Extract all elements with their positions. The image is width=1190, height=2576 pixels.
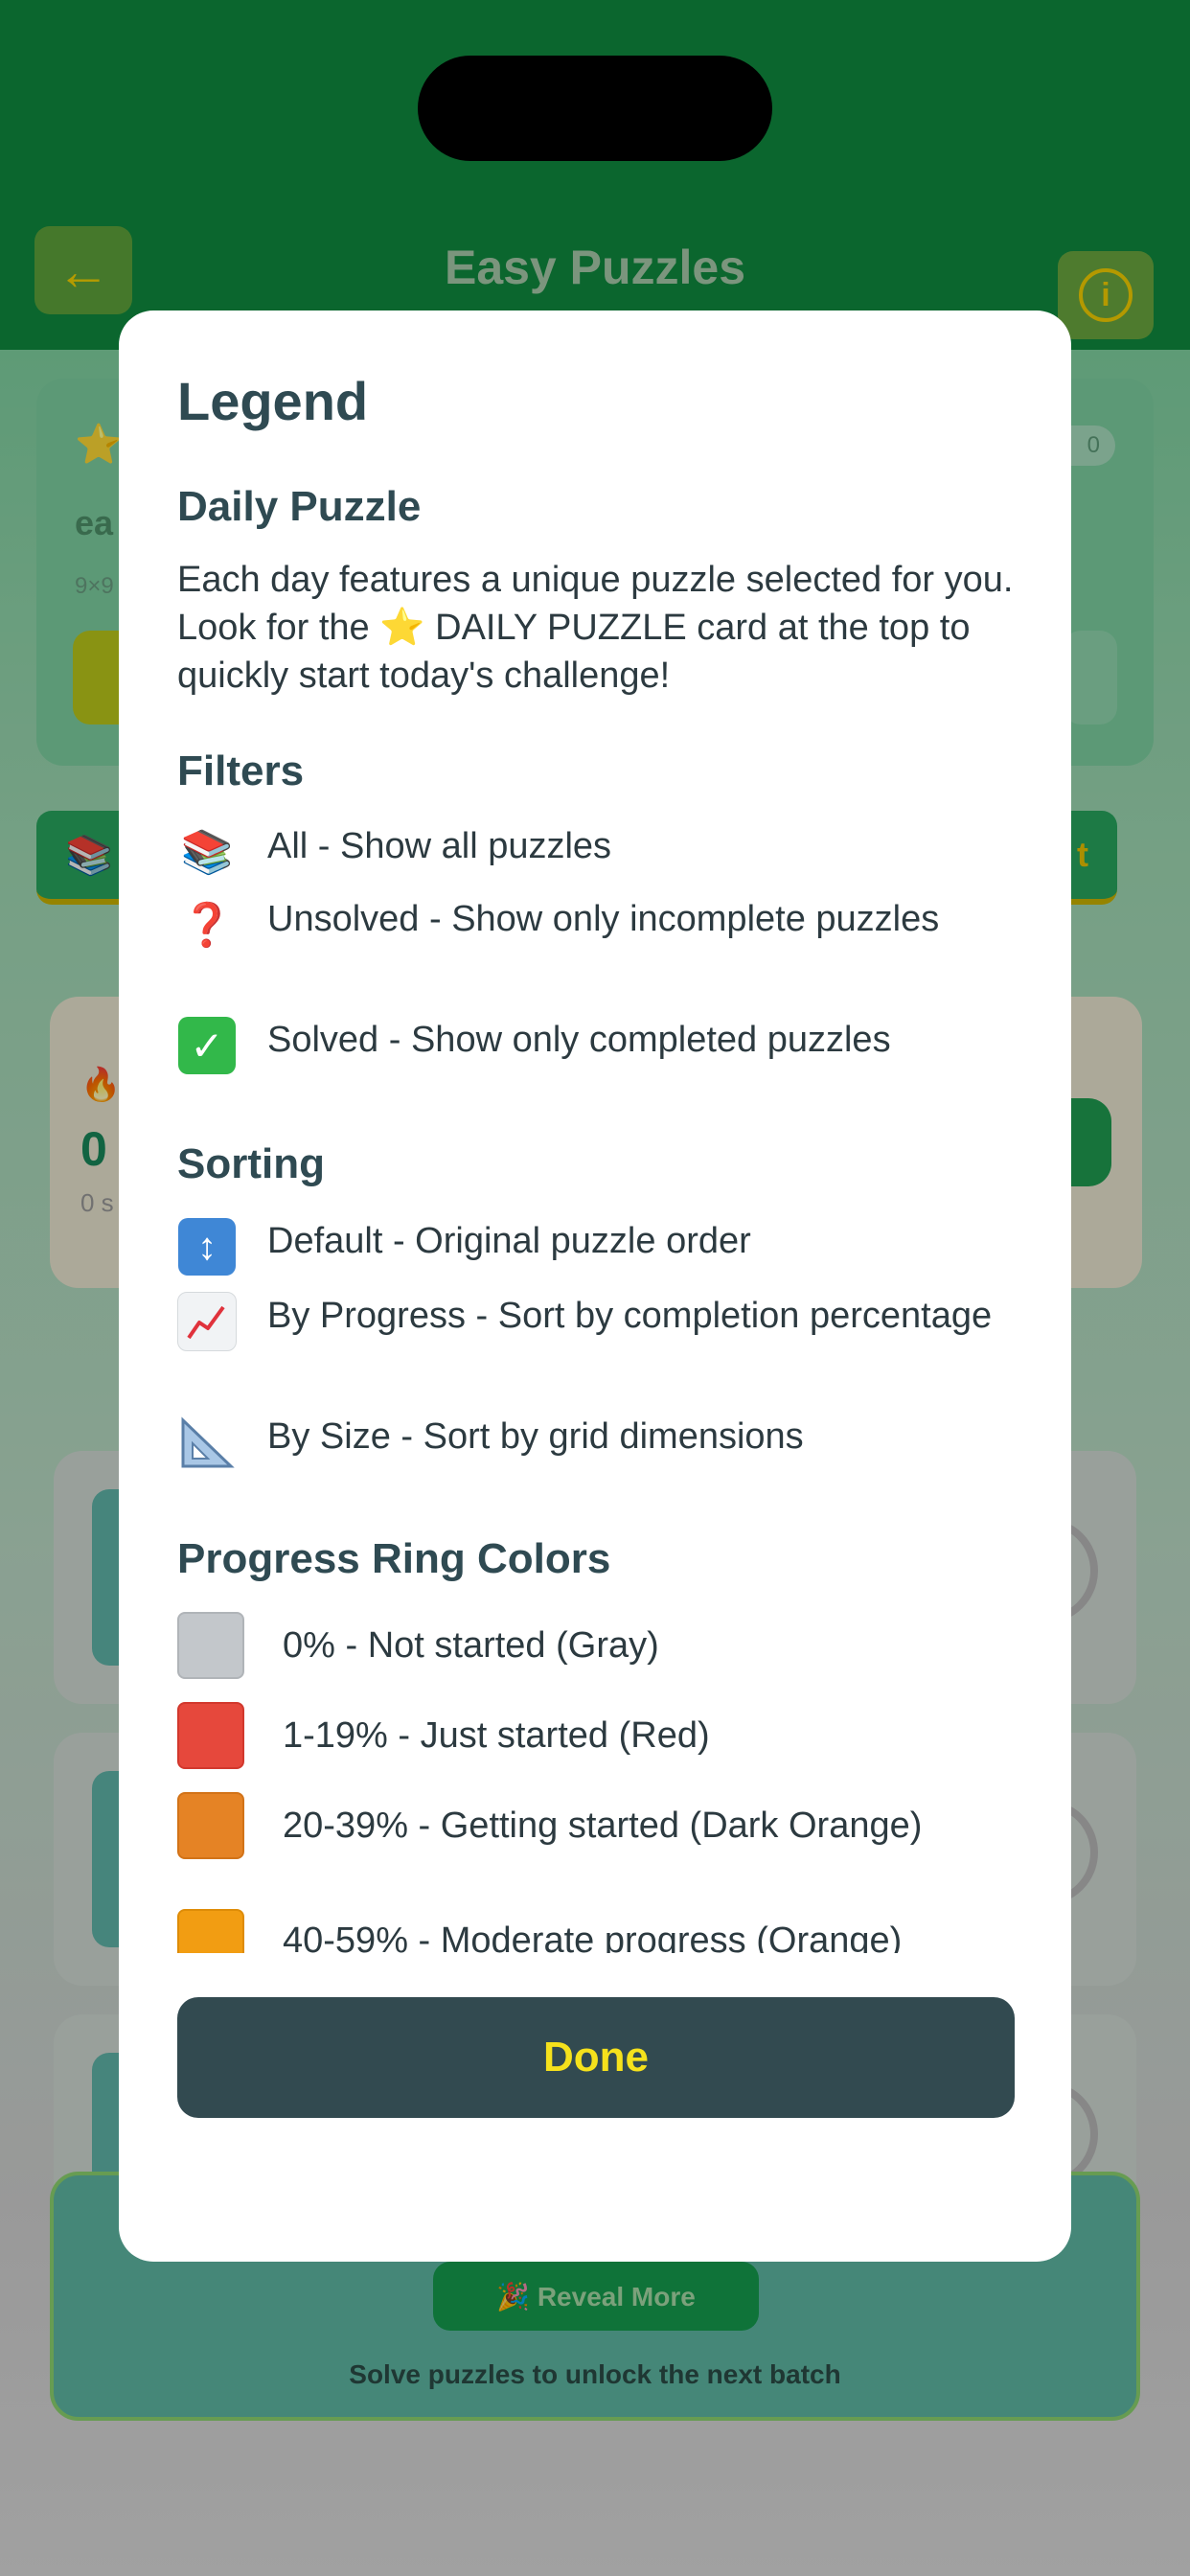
color-item-red: 1-19% - Just started (Red) (177, 1702, 1020, 1769)
orange-swatch (177, 1909, 244, 1953)
legend-scroll-area[interactable]: Legend Daily Puzzle Each day features a … (119, 310, 1071, 1953)
books-icon: 📚 (180, 829, 234, 876)
sort-item-label: Default - Original puzzle order (267, 1221, 751, 1261)
daily-puzzle-heading: Daily Puzzle (177, 483, 422, 530)
color-item-label: 20-39% - Getting started (Dark Orange) (283, 1806, 923, 1846)
filter-item-label: Solved - Show only completed puzzles (267, 1020, 891, 1060)
progress-colors-heading: Progress Ring Colors (177, 1535, 611, 1582)
daily-puzzle-description: Each day features a unique puzzle select… (177, 556, 1020, 700)
color-item-label: 1-19% - Just started (Red) (283, 1715, 710, 1756)
sorting-heading: Sorting (177, 1140, 325, 1187)
dark-orange-swatch (177, 1792, 244, 1859)
filter-item-unsolved: ❓ Unsolved - Show only incomplete puzzle… (177, 895, 1020, 954)
color-item-gray: 0% - Not started (Gray) (177, 1612, 1020, 1679)
legend-modal: Legend Daily Puzzle Each day features a … (119, 310, 1071, 2262)
triangular-ruler-icon (178, 1414, 236, 1471)
filter-item-label: All - Show all puzzles (267, 826, 612, 866)
color-item-label: 0% - Not started (Gray) (283, 1625, 659, 1666)
done-button[interactable]: Done (177, 1997, 1015, 2118)
chart-increasing-icon (177, 1292, 237, 1351)
filter-item-solved: ✓ Solved - Show only completed puzzles (177, 1016, 1020, 1075)
legend-title: Legend (177, 371, 369, 431)
up-down-arrow-icon: ↕ (178, 1218, 236, 1276)
sort-item-progress: By Progress - Sort by completion percent… (177, 1292, 1020, 1351)
sort-item-size: By Size - Sort by grid dimensions (177, 1413, 1020, 1472)
filter-item-all: 📚 All - Show all puzzles (177, 822, 1020, 882)
sort-item-default: ↕ Default - Original puzzle order (177, 1217, 1020, 1276)
color-item-orange: 40-59% - Moderate progress (Orange) (177, 1909, 1020, 1953)
sort-item-label: By Progress - Sort by completion percent… (267, 1296, 993, 1336)
color-item-dark-orange: 20-39% - Getting started (Dark Orange) (177, 1792, 1020, 1859)
star-icon: ⭐ (379, 608, 425, 648)
red-swatch (177, 1702, 244, 1769)
check-mark-icon: ✓ (178, 1017, 236, 1074)
sort-item-label: By Size - Sort by grid dimensions (267, 1416, 804, 1457)
color-item-label: 40-59% - Moderate progress (Orange) (283, 1920, 903, 1953)
filter-item-label: Unsolved - Show only incomplete puzzles (267, 899, 940, 939)
gray-swatch (177, 1612, 244, 1679)
question-mark-icon: ❓ (180, 902, 234, 949)
filters-heading: Filters (177, 748, 305, 794)
